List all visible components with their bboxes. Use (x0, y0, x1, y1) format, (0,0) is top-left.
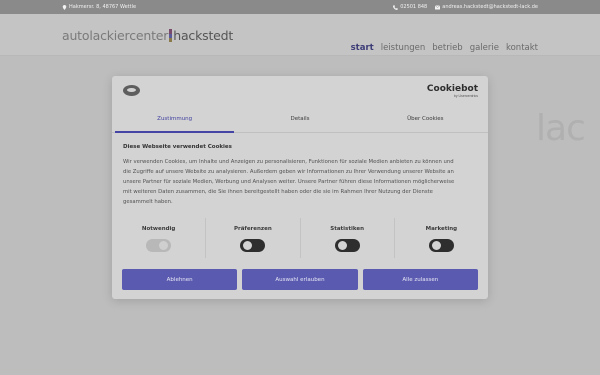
top-info-bar: Hakmersr. 8, 48767 Wettle 02501 848 andr… (0, 0, 600, 14)
tab-details[interactable]: Details (237, 109, 362, 132)
toggle-praeferenzen[interactable] (240, 239, 266, 252)
cookiebot-brand: Cookiebot by Usercentrics (427, 84, 478, 98)
logo-prefix: autolackiercenter (62, 28, 169, 43)
nav-item-start[interactable]: start (351, 43, 374, 53)
allow-all-button[interactable]: Alle zulassen (362, 269, 478, 290)
mail-icon (435, 4, 441, 9)
consent-body-text: Wir verwenden Cookies, um Inhalte und An… (123, 159, 455, 205)
nav-item-betrieb[interactable]: betrieb (432, 43, 462, 53)
email-link[interactable]: andreas.hackstedt@hackstedt-lack.de (442, 4, 538, 10)
category-label: Präferenzen (233, 226, 272, 232)
consent-categories: Notwendig Präferenzen Statistiken Market… (112, 218, 488, 258)
consent-heading: Diese Webseite verwendet Cookies (123, 144, 232, 150)
phone-link[interactable]: 02501 848 (400, 4, 427, 10)
site-header: autolackiercenter hackstedt start leistun… (0, 14, 600, 56)
logo-name: hackstedt (173, 28, 234, 43)
contact-info: 02501 848 andreas.hackstedt@hackstedt-la… (393, 4, 538, 10)
reject-button[interactable]: Ablehnen (122, 269, 238, 290)
category-label: Marketing (425, 226, 458, 232)
address: Hakmersr. 8, 48767 Wettle (62, 4, 136, 10)
category-statistiken: Statistiken (301, 218, 395, 258)
consent-tabs: Zustimmung Details Über Cookies (112, 109, 488, 133)
cookie-logo-icon (123, 85, 140, 96)
logo-mark-icon (169, 29, 173, 42)
cookie-consent-dialog: Cookiebot by Usercentrics Zustimmung Det… (112, 76, 488, 299)
site-logo[interactable]: autolackiercenter hackstedt (62, 28, 233, 43)
toggle-marketing[interactable] (428, 239, 454, 252)
background-hero-text: lac (536, 108, 586, 149)
category-label: Statistiken (330, 226, 364, 232)
tab-zustimmung[interactable]: Zustimmung (112, 109, 237, 133)
cookiebot-logo-text: Cookiebot (426, 84, 478, 94)
tab-ueber-cookies[interactable]: Über Cookies (363, 109, 488, 132)
phone-icon (393, 4, 399, 10)
nav-item-leistungen[interactable]: leistungen (381, 43, 426, 53)
consent-buttons: Ablehnen Auswahl erlauben Alle zulassen (122, 269, 478, 290)
cookiebot-sub: by Usercentrics (453, 94, 478, 98)
category-label: Notwendig (141, 226, 176, 232)
allow-selection-button[interactable]: Auswahl erlauben (242, 269, 358, 290)
address-text: Hakmersr. 8, 48767 Wettle (69, 4, 137, 10)
toggle-statistiken[interactable] (334, 239, 360, 252)
nav-item-galerie[interactable]: galerie (470, 43, 499, 53)
main-nav: start leistungen betrieb galerie kontakt (351, 43, 538, 53)
category-notwendig: Notwendig (112, 218, 207, 258)
category-marketing: Marketing (395, 218, 488, 258)
nav-item-kontakt[interactable]: kontakt (506, 43, 538, 53)
category-praeferenzen: Präferenzen (206, 218, 301, 258)
toggle-notwendig (146, 239, 172, 252)
map-pin-icon (62, 4, 67, 10)
